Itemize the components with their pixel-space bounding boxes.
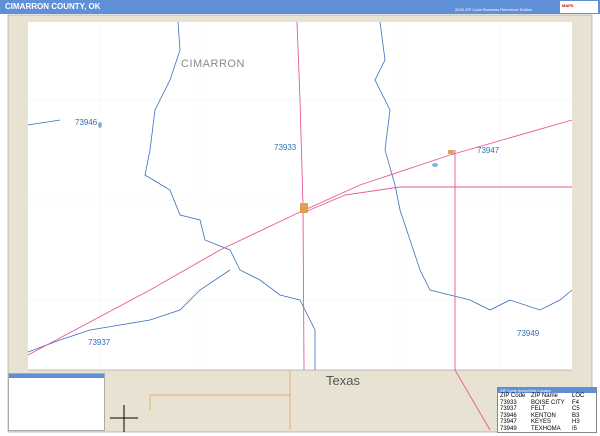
zip-cell: 73947 <box>500 419 517 426</box>
loc-cell: C5 <box>572 406 580 413</box>
zip-label[interactable]: 73947 <box>477 146 499 155</box>
map-legend <box>8 373 105 431</box>
zip-label[interactable]: 73949 <box>517 329 539 338</box>
name-cell: FELT <box>531 406 546 413</box>
zip-cell: 73946 <box>500 412 517 419</box>
name-cell: TEXHOMA <box>531 425 561 432</box>
state-label: Texas <box>326 373 360 388</box>
name-cell: KEYES <box>531 419 552 426</box>
zip-cell: 73933 <box>500 399 517 406</box>
column-header: ZIP Code <box>500 393 526 399</box>
name-cell: BOISE CITY <box>531 399 565 406</box>
zip-label[interactable]: 73946 <box>75 118 97 127</box>
table-row: 73937 FELT C5 <box>498 406 596 413</box>
loc-cell: F4 <box>572 399 580 406</box>
county-area <box>28 22 572 370</box>
loc-cell: H3 <box>572 419 580 426</box>
zip-label[interactable]: 73937 <box>88 338 110 347</box>
zip-cell: 73949 <box>500 425 517 432</box>
table-row: 73947 KEYES H3 <box>498 419 596 426</box>
county-label: CIMARRON <box>181 58 245 70</box>
index-header-row: ZIP Code ZIP Name LOC <box>498 393 596 400</box>
loc-cell: B3 <box>572 412 580 419</box>
loc-cell: I5 <box>572 425 578 432</box>
header-bar: CIMARRON COUNTY, OK 2026 ZIP Code Busine… <box>0 0 600 14</box>
table-row: 73933 BOISE CITY F4 <box>498 400 596 407</box>
zip-index-table: ZIP Code Index/Grid Locator ZIP Code ZIP… <box>497 387 597 433</box>
zip-label[interactable]: 73933 <box>274 143 296 152</box>
column-header: ZIP Name <box>531 393 558 399</box>
table-row: 73946 KENTON B3 <box>498 413 596 420</box>
zip-cell: 73937 <box>500 406 517 413</box>
column-header: LOC <box>572 393 585 399</box>
name-cell: KENTON <box>531 412 556 419</box>
logo: MAPS <box>560 1 598 13</box>
edition-label: 2026 ZIP Code Business Reference Edition <box>455 7 533 12</box>
table-row: 73949 TEXHOMA I5 <box>498 426 596 433</box>
map-title: CIMARRON COUNTY, OK <box>5 2 101 11</box>
